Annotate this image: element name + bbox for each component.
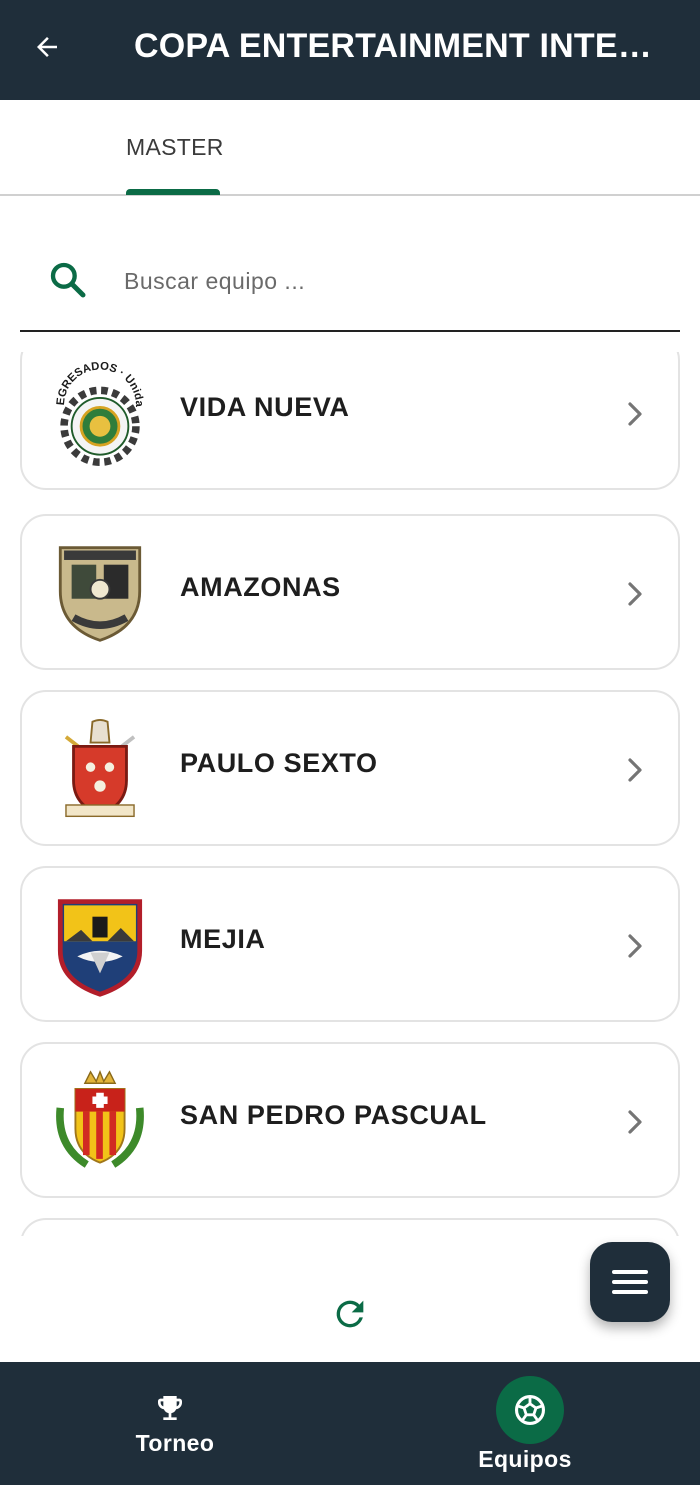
chevron-right-icon [628, 1110, 642, 1134]
search-icon[interactable] [48, 260, 88, 300]
soccer-ball-icon [514, 1394, 546, 1426]
menu-icon [612, 1290, 648, 1294]
team-name: SAN PEDRO PASCUAL [180, 1100, 487, 1130]
tab-label: MASTER [126, 134, 224, 160]
team-name: VIDA NUEVA [180, 392, 350, 422]
team-card[interactable]: EGRESADOS · Unidad Educativa Técnica · V… [20, 352, 680, 490]
mejia-crest-icon [57, 899, 143, 997]
page-title: COPA ENTERTAINMENT INTERCOLEGIAL [134, 27, 674, 65]
menu-icon [612, 1270, 648, 1274]
app-bar: COPA ENTERTAINMENT INTERCOLEGIAL [0, 0, 700, 100]
chevron-right-icon [628, 758, 642, 782]
arrow-back-icon [37, 37, 57, 57]
refresh-icon[interactable] [330, 1294, 370, 1334]
menu-icon [612, 1280, 648, 1284]
nav-label: Torneo [135, 1430, 215, 1456]
nav-item-equipos[interactable]: Equipos [350, 1362, 700, 1485]
search-bar [20, 230, 680, 332]
team-name: MEJIA [180, 924, 266, 954]
team-card[interactable]: SAN PEDRO PASCUAL [20, 1042, 680, 1198]
nav-item-torneo[interactable]: Torneo [0, 1362, 350, 1485]
back-button[interactable] [26, 26, 68, 68]
team-name: AMAZONAS [180, 572, 341, 602]
amazonas-crest-icon [58, 546, 142, 642]
paulo-sexto-crest-icon [64, 718, 136, 818]
team-list[interactable]: EGRESADOS · Unidad Educativa Técnica · V… [0, 352, 700, 1236]
menu-fab-button[interactable] [590, 1242, 670, 1322]
nav-label: Equipos [478, 1446, 572, 1472]
tab-master[interactable]: MASTER [126, 100, 224, 195]
team-card[interactable]: MEJIA [20, 866, 680, 1022]
team-card[interactable] [20, 1218, 680, 1236]
team-card[interactable]: AMAZONAS [20, 514, 680, 670]
team-name: PAULO SEXTO [180, 748, 378, 778]
search-input[interactable] [124, 258, 644, 304]
bottom-navigation: Torneo Equipos [0, 1362, 700, 1485]
tab-bar: MASTER [0, 100, 700, 196]
chevron-right-icon [628, 402, 642, 426]
team-card[interactable]: PAULO SEXTO [20, 690, 680, 846]
san-pedro-pascual-crest-icon [56, 1070, 144, 1168]
active-nav-indicator [496, 1376, 564, 1444]
chevron-right-icon [628, 934, 642, 958]
tab-active-indicator [126, 189, 220, 195]
chevron-right-icon [628, 582, 642, 606]
vida-nueva-crest-icon: EGRESADOS · Unidad Educativa Técnica · V… [52, 362, 145, 466]
trophy-icon [158, 1396, 182, 1420]
